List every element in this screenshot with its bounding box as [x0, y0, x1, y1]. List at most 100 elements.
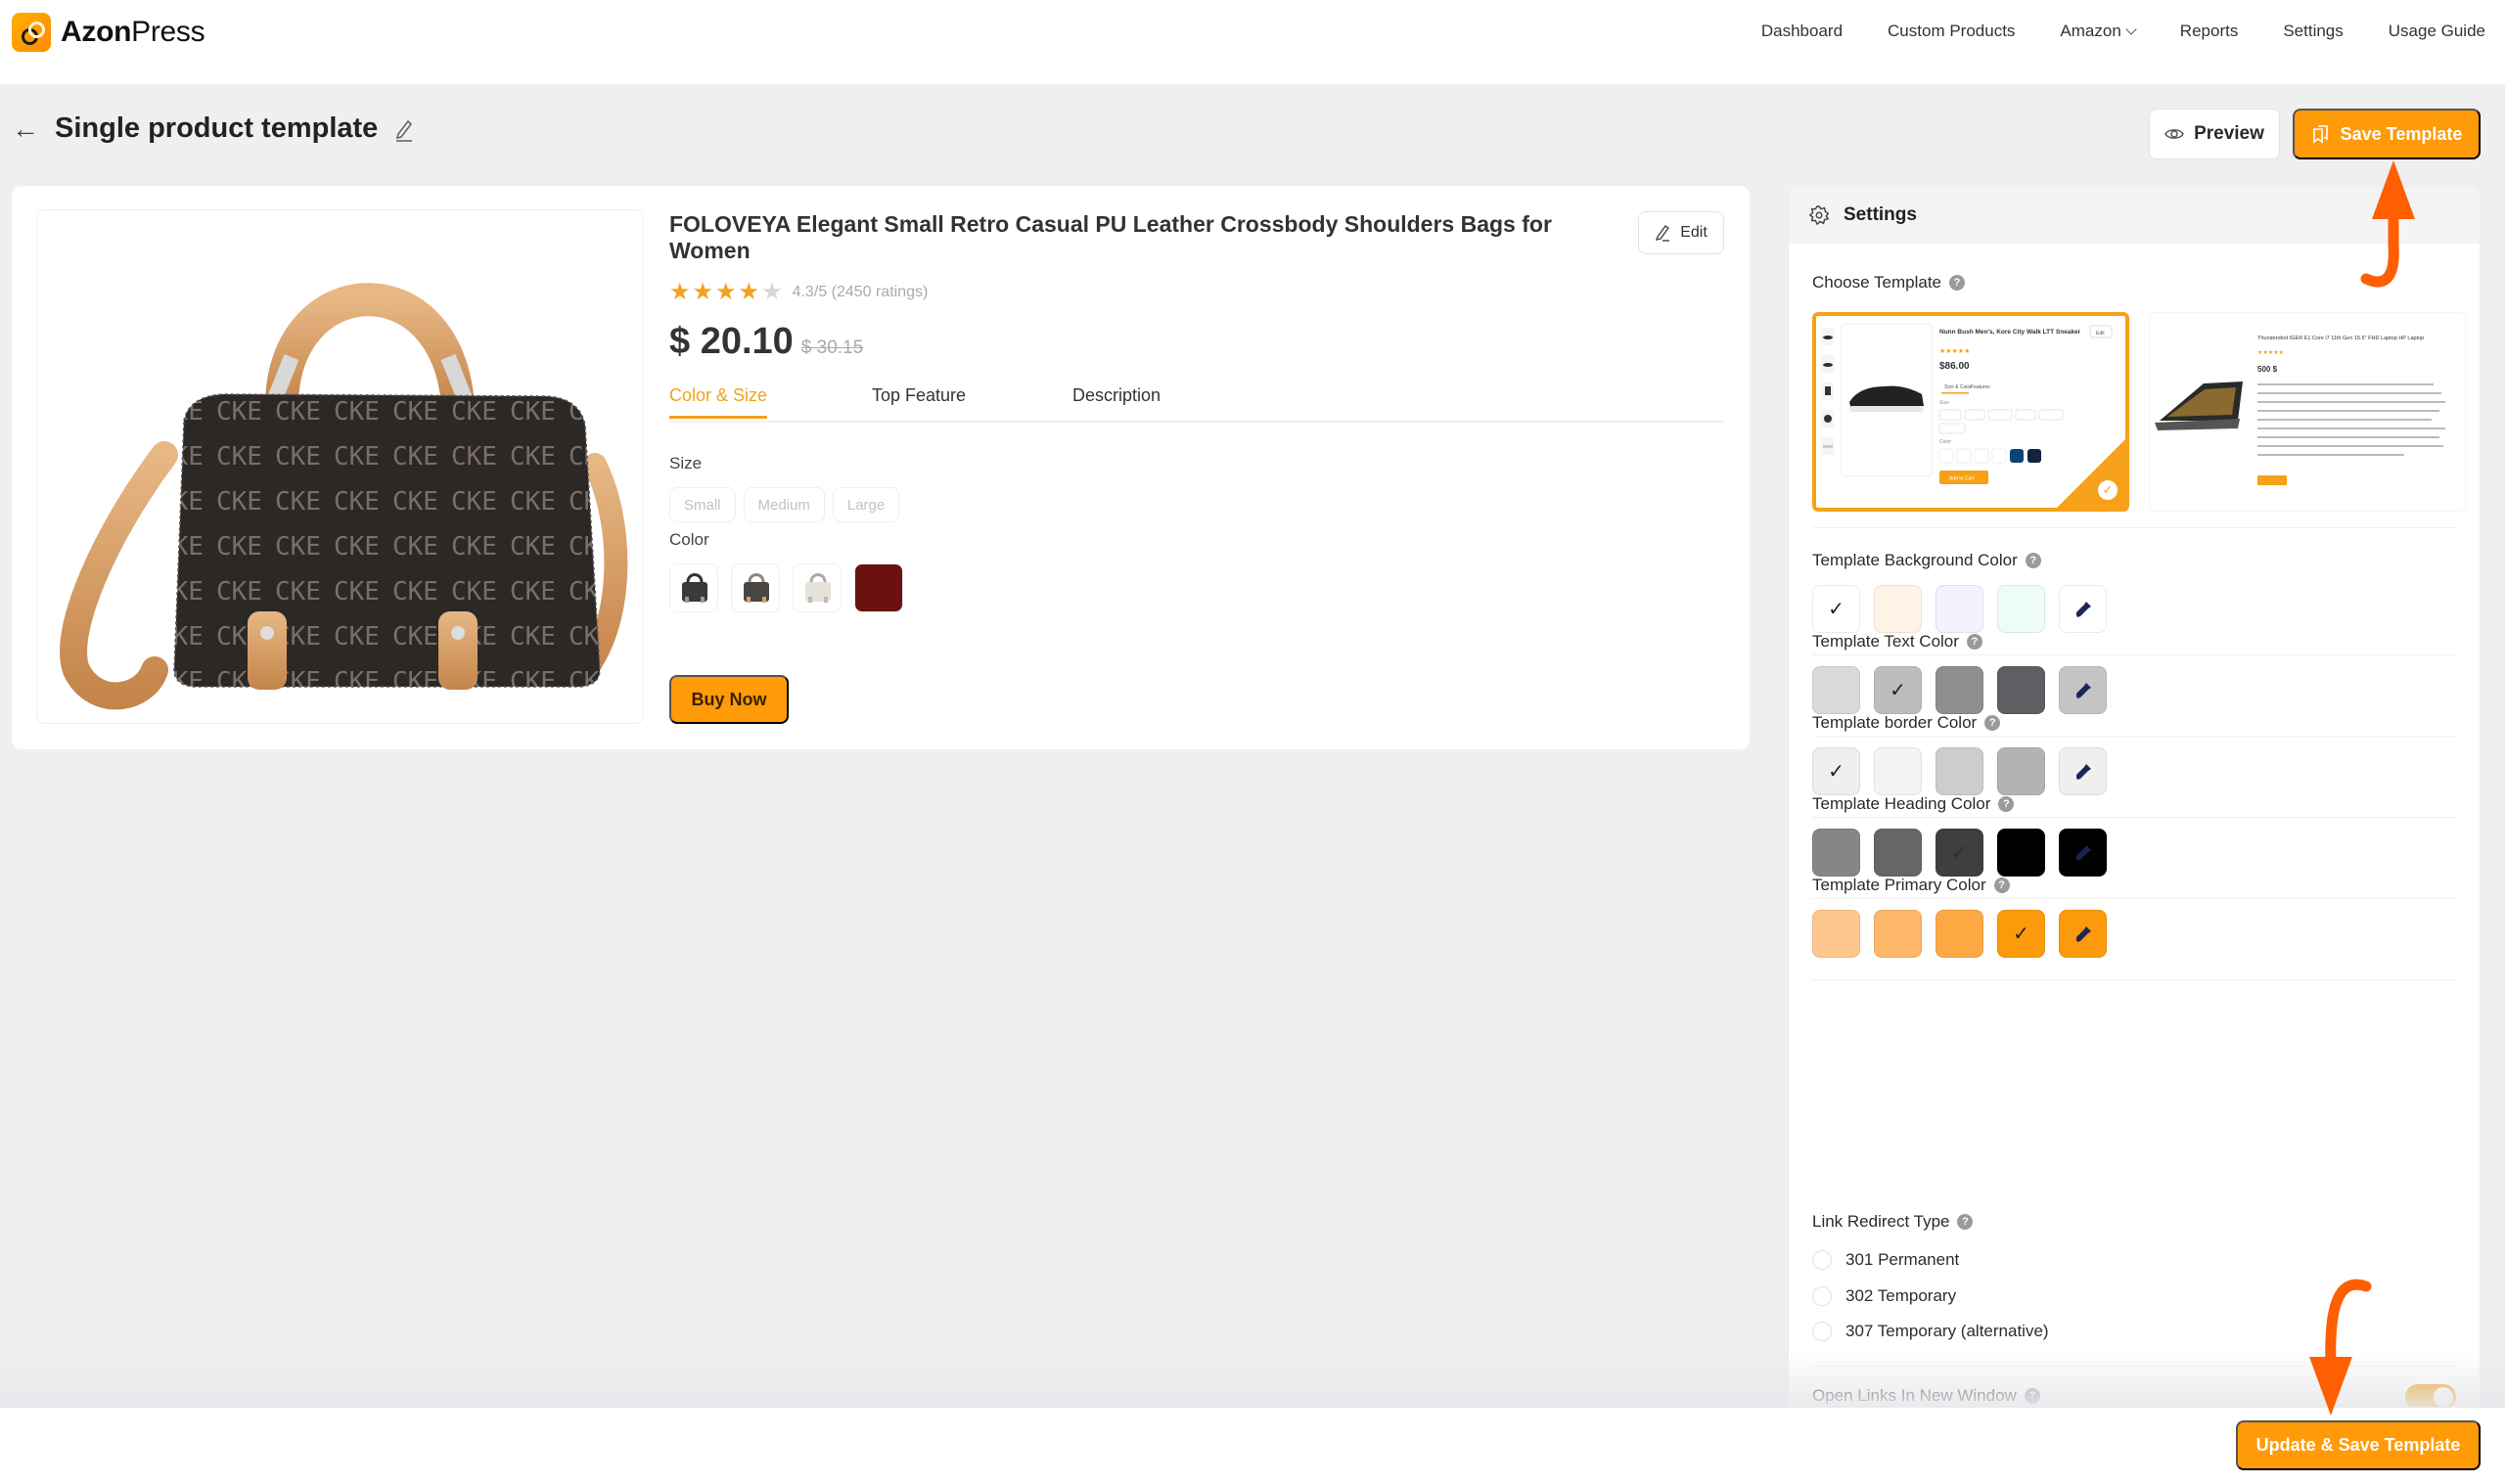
save-icon — [2312, 125, 2328, 144]
tab-top-feature[interactable]: Top Feature — [872, 385, 966, 416]
nav-settings[interactable]: Settings — [2283, 22, 2343, 41]
color-swatch[interactable] — [1936, 747, 1983, 795]
template-option-1[interactable]: Nunn Bush Men's, Kore City Walk LTT Snea… — [1812, 312, 2129, 512]
color-swatch[interactable] — [1812, 666, 1860, 714]
template-1-tab: Features — [1971, 384, 1990, 390]
size-option[interactable]: Large — [832, 487, 900, 522]
color-options — [669, 563, 903, 612]
product-rating: ★ ★ ★ ★ ★ 4.3/5 (2450 ratings) — [669, 281, 928, 304]
template-options: Nunn Bush Men's, Kore City Walk LTT Snea… — [1812, 312, 2466, 512]
preview-button[interactable]: Preview — [2149, 109, 2280, 159]
nav-usage-guide[interactable]: Usage Guide — [2389, 22, 2485, 41]
help-icon[interactable]: ? — [1949, 275, 1965, 291]
eye-icon — [2164, 129, 2184, 139]
save-template-label: Save Template — [2340, 123, 2463, 144]
nav-custom-products[interactable]: Custom Products — [1888, 22, 2015, 41]
color-picker-button[interactable] — [2059, 585, 2107, 633]
color-group: Template Primary Color? ✓ — [1812, 876, 2456, 958]
redirect-option-302[interactable]: 302 Temporary — [1812, 1286, 1956, 1306]
help-icon[interactable]: ? — [2024, 1388, 2040, 1404]
color-option-maroon[interactable] — [854, 563, 903, 612]
color-swatch[interactable] — [1874, 747, 1922, 795]
radio-label: 307 Temporary (alternative) — [1845, 1322, 2049, 1340]
back-arrow-icon[interactable]: ← — [12, 114, 39, 143]
template-1-edit: Edit — [2096, 331, 2105, 337]
update-save-template-button[interactable]: Update & Save Template — [2236, 1420, 2481, 1470]
app-logo[interactable]: AzonPress — [12, 13, 205, 52]
color-swatch[interactable] — [1874, 910, 1922, 958]
redirect-option-307[interactable]: 307 Temporary (alternative) — [1812, 1322, 2049, 1341]
color-swatch[interactable] — [1812, 910, 1860, 958]
check-icon: ✓ — [1828, 761, 1845, 783]
template-2-thumbnail: Thunderobot IGER E1 Core i7 11th Gen 15.… — [2155, 336, 2445, 485]
color-swatch[interactable]: ✓ — [1936, 829, 1983, 877]
help-icon[interactable]: ? — [1998, 796, 2015, 812]
nav-dashboard[interactable]: Dashboard — [1761, 22, 1843, 41]
color-option-brown[interactable] — [731, 563, 780, 612]
tab-color-size[interactable]: Color & Size — [669, 385, 768, 419]
product-preview-card: CKE FOLOVEYA Elegant Small Retro Casual … — [12, 186, 1750, 749]
section-divider — [1812, 817, 2456, 818]
section-divider — [1812, 898, 2456, 899]
color-swatch[interactable] — [1997, 829, 2045, 877]
color-swatch[interactable] — [1936, 666, 1983, 714]
tab-description[interactable]: Description — [1072, 385, 1161, 416]
color-picker-button[interactable] — [2059, 910, 2107, 958]
help-icon[interactable]: ? — [2025, 553, 2041, 568]
new-window-toggle[interactable] — [2405, 1384, 2456, 1410]
eyedropper-icon — [2075, 844, 2091, 861]
color-option-light[interactable] — [793, 563, 842, 612]
rating-stars: ★ ★ ★ ★ ★ — [669, 281, 783, 304]
product-image: CKE — [36, 209, 644, 724]
check-icon: ✓ — [2013, 923, 2029, 945]
color-swatch[interactable] — [1874, 829, 1922, 877]
size-label: Size — [669, 454, 703, 472]
check-icon: ✓ — [1951, 842, 1968, 864]
edit-title-pencil-icon[interactable] — [393, 116, 415, 142]
color-swatch[interactable] — [1997, 747, 2045, 795]
color-swatch[interactable]: ✓ — [1812, 747, 1860, 795]
help-icon[interactable]: ? — [1966, 634, 1982, 650]
redirect-type-section: Link Redirect Type? — [1812, 1212, 2456, 1232]
color-option-dark[interactable] — [669, 563, 718, 612]
section-divider — [1812, 736, 2456, 737]
edit-product-button[interactable]: Edit — [1638, 211, 1724, 254]
template-1-title: Nunn Bush Men's, Kore City Walk LTT Snea… — [1939, 329, 2081, 336]
template-2-price: 500 $ — [2257, 365, 2278, 374]
radio-button[interactable] — [1812, 1286, 1832, 1306]
color-swatch[interactable]: ✓ — [1812, 585, 1860, 633]
size-option[interactable]: Medium — [743, 487, 825, 522]
nav-amazon[interactable]: Amazon — [2060, 22, 2137, 41]
color-swatch[interactable] — [1874, 585, 1922, 633]
help-icon[interactable]: ? — [1984, 715, 2001, 731]
redirect-type-label: Link Redirect Type — [1812, 1212, 1950, 1231]
save-template-button[interactable]: Save Template — [2293, 109, 2481, 159]
size-option[interactable]: Small — [669, 487, 736, 522]
footer-bar — [0, 1408, 2505, 1484]
color-swatches: ✓ — [1812, 829, 2107, 877]
color-swatch[interactable]: ✓ — [1874, 666, 1922, 714]
radio-button[interactable] — [1812, 1250, 1832, 1270]
template-option-2[interactable]: Thunderobot IGER E1 Core i7 11th Gen 15.… — [2149, 312, 2466, 512]
color-swatch[interactable] — [1997, 666, 2045, 714]
choose-template-section: Choose Template? — [1812, 273, 2456, 292]
color-swatch[interactable] — [1997, 585, 2045, 633]
color-swatch[interactable] — [1936, 910, 1983, 958]
redirect-option-301[interactable]: 301 Permanent — [1812, 1250, 1959, 1270]
nav-reports[interactable]: Reports — [2180, 22, 2239, 41]
star-filled-icon: ★ — [715, 279, 737, 305]
color-picker-button[interactable] — [2059, 829, 2107, 877]
settings-header: Settings — [1789, 187, 2480, 244]
help-icon[interactable]: ? — [1993, 877, 2010, 893]
buy-now-button[interactable]: Buy Now — [669, 675, 789, 724]
page-title: Single product template — [55, 112, 379, 144]
color-picker-button[interactable] — [2059, 666, 2107, 714]
radio-button[interactable] — [1812, 1322, 1832, 1341]
color-swatch[interactable] — [1936, 585, 1983, 633]
template-1-price: $86.00 — [1939, 361, 1970, 372]
color-swatch[interactable]: ✓ — [1997, 910, 2045, 958]
color-picker-button[interactable] — [2059, 747, 2107, 795]
color-swatch[interactable] — [1812, 829, 1860, 877]
help-icon[interactable]: ? — [1957, 1214, 1974, 1230]
gear-icon — [1808, 205, 1830, 226]
